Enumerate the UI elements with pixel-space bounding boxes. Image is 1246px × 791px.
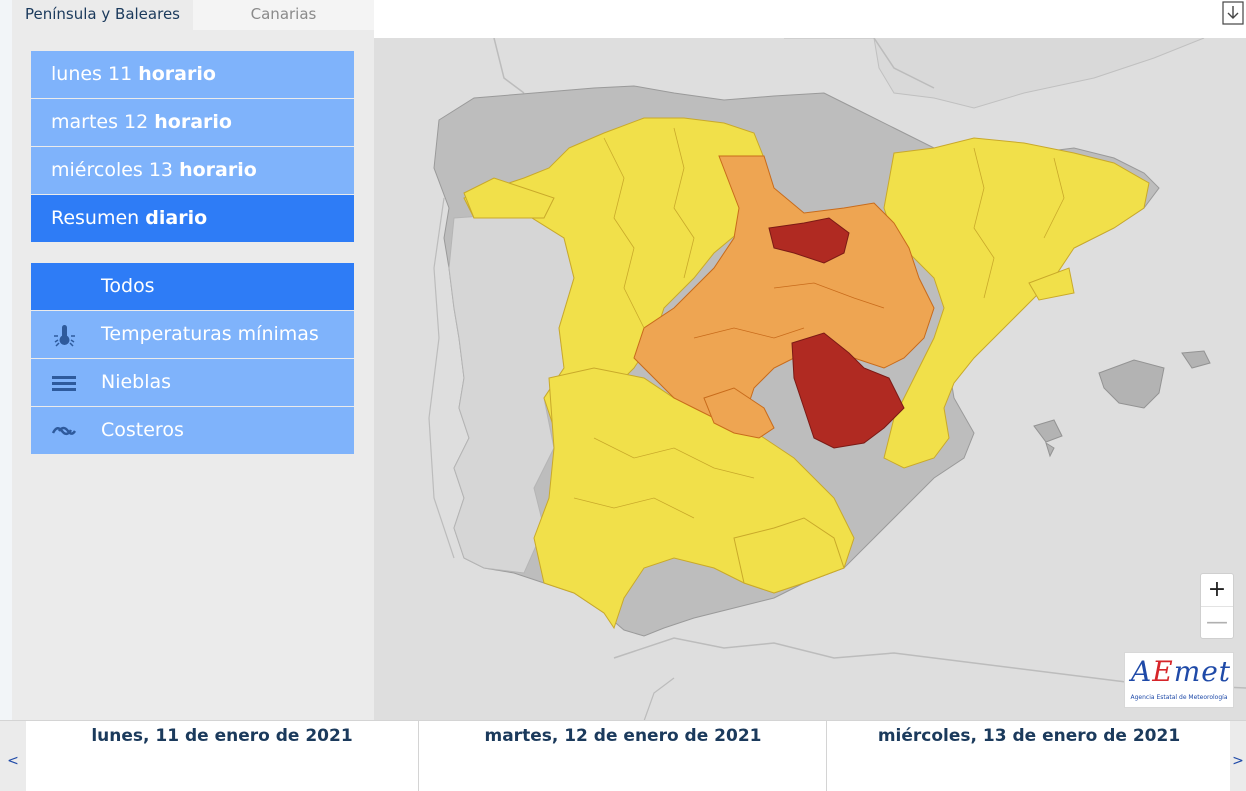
type-item-costeros[interactable]: Costeros (31, 407, 354, 454)
logo-letter-a: A (1131, 655, 1153, 688)
download-icon[interactable] (1222, 1, 1244, 25)
date-column-2[interactable]: martes, 12 de enero de 2021 (420, 721, 827, 791)
day-list: lunes 11 horario martes 12 horario miérc… (31, 51, 354, 243)
date-bar: < lunes, 11 de enero de 2021 martes, 12 … (0, 720, 1246, 791)
day-suffix: horario (138, 63, 216, 85)
zoom-controls: + — (1200, 573, 1234, 639)
region-tabs: Península y Baleares Canarias (12, 0, 374, 30)
day-suffix: horario (154, 111, 232, 133)
type-item-temperaturas-minimas[interactable]: Temperaturas mínimas (31, 311, 354, 358)
day-suffix: diario (145, 207, 208, 229)
map-canvas (428, 38, 1246, 721)
day-prefix: martes 12 (51, 111, 149, 133)
mallorca-island (1098, 359, 1165, 409)
next-dates-button[interactable]: > (1230, 721, 1246, 791)
zoom-out-button[interactable]: — (1201, 606, 1233, 638)
prev-dates-button[interactable]: < (0, 721, 26, 791)
logo-letter-e: E (1152, 655, 1174, 688)
day-item-resumen-diario[interactable]: Resumen diario (31, 195, 354, 242)
type-label: Todos (101, 275, 155, 297)
logo-wordmark: AEmet (1131, 655, 1231, 688)
aemet-warnings-app: Península y Baleares Canarias lunes 11 h… (0, 0, 1246, 791)
day-item-lunes-11[interactable]: lunes 11 horario (31, 51, 354, 98)
type-label: Nieblas (101, 371, 172, 393)
france-land (784, 38, 1205, 109)
fog-icon (52, 376, 76, 391)
warning-type-list: Todos Temperaturas mínimas Nieblas Coste… (31, 263, 354, 455)
left-decorative-strip (0, 0, 12, 791)
type-item-todos[interactable]: Todos (31, 263, 354, 310)
thermometer-icon (54, 325, 75, 347)
zoom-in-button[interactable]: + (1201, 574, 1233, 606)
type-label: Costeros (101, 419, 184, 441)
tab-peninsula-baleares[interactable]: Península y Baleares (12, 0, 193, 30)
day-item-martes-12[interactable]: martes 12 horario (31, 99, 354, 146)
warning-map[interactable] (374, 38, 1246, 721)
day-prefix: Resumen (51, 207, 140, 229)
type-item-nieblas[interactable]: Nieblas (31, 359, 354, 406)
france-coast-line (493, 38, 525, 94)
day-prefix: miércoles 13 (51, 159, 174, 181)
logo-subtitle: Agencia Estatal de Meteorología (1130, 694, 1228, 701)
ibiza-island (1033, 419, 1063, 443)
menorca-island (1181, 350, 1211, 369)
day-suffix: horario (179, 159, 257, 181)
waves-icon (51, 426, 77, 436)
type-label: Temperaturas mínimas (101, 323, 319, 345)
date-column-1[interactable]: lunes, 11 de enero de 2021 (26, 721, 419, 791)
formentera-island (1045, 441, 1055, 458)
sidebar: Península y Baleares Canarias lunes 11 h… (12, 0, 374, 720)
tab-canarias[interactable]: Canarias (193, 0, 374, 30)
day-item-miercoles-13[interactable]: miércoles 13 horario (31, 147, 354, 194)
day-prefix: lunes 11 (51, 63, 133, 85)
date-column-3[interactable]: miércoles, 13 de enero de 2021 (828, 721, 1230, 791)
africa-relief-line (643, 677, 675, 721)
logo-letters-met: met (1173, 655, 1232, 688)
aemet-logo: AEmet Agencia Estatal de Meteorología (1124, 652, 1234, 708)
